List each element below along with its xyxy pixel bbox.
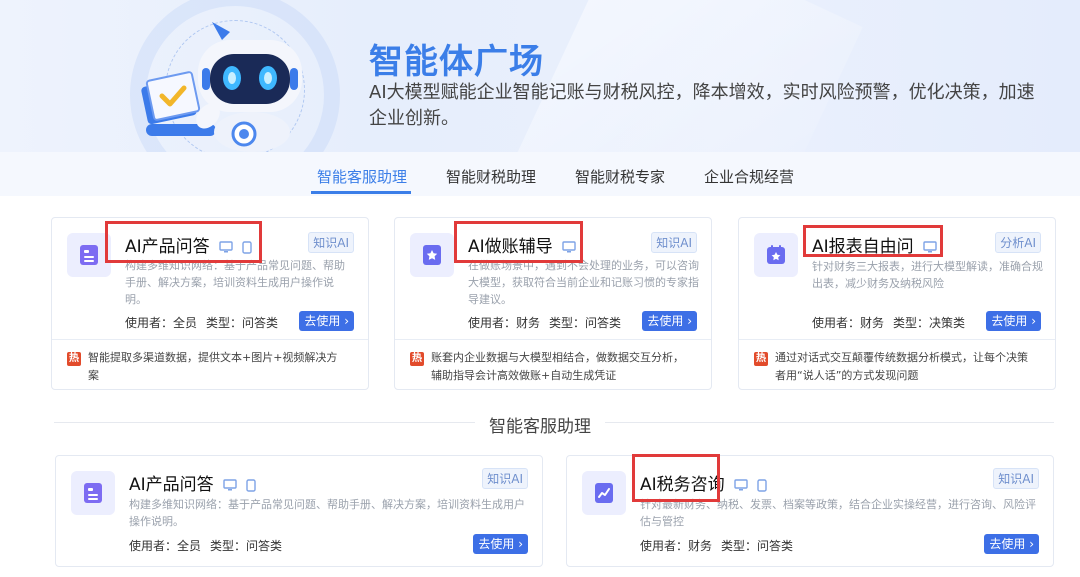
card-type: 类型：问答类 xyxy=(721,539,794,553)
desktop-icon xyxy=(923,241,937,253)
use-button[interactable]: 去使用 › xyxy=(642,311,697,331)
card-user: 使用者：全员 xyxy=(125,316,198,330)
calendar-star-icon xyxy=(754,233,798,277)
card-user: 使用者：财务 xyxy=(640,539,713,553)
card-title[interactable]: AI税务咨询 xyxy=(640,475,725,495)
use-button[interactable]: 去使用 › xyxy=(473,534,528,554)
card-user: 使用者：全员 xyxy=(129,539,202,553)
category-tabs: 智能客服助理 智能财税助理 智能财税专家 企业合规经营 xyxy=(0,152,1080,196)
document-list-icon xyxy=(71,471,115,515)
featured-card-report-qa[interactable]: AI报表自由问 分析AI 针对财务三大报表，进行大模型解读，准确合规出表，减少财… xyxy=(738,217,1056,390)
category-tag: 知识AI xyxy=(993,468,1039,489)
hot-badge: 热 xyxy=(410,352,424,366)
desktop-icon xyxy=(223,479,237,491)
card-description: 构建多维知识网络：基于产品常见问题、帮助手册、解决方案，培训资料生成用户操作说明… xyxy=(129,498,525,528)
card-description: 针对最新财务、纳税、发票、档案等政策，结合企业实操经营，进行咨询、风险评估与管控 xyxy=(640,498,1036,528)
hot-highlight-text: 账套内企业数据与大模型相结合，做数据交互分析，辅助指导会计高效做账+自动生成凭证 xyxy=(431,351,684,382)
category-tag: 知识AI xyxy=(308,232,354,253)
card-user: 使用者：财务 xyxy=(812,316,885,330)
tab-smart-tax-assistant[interactable]: 智能财税助理 xyxy=(446,166,536,187)
active-tab-indicator xyxy=(311,191,411,194)
mobile-icon xyxy=(242,240,253,254)
card-title[interactable]: AI报表自由问 xyxy=(812,237,914,257)
mobile-icon xyxy=(757,478,768,492)
desktop-icon xyxy=(562,241,576,253)
section-card-product-qa[interactable]: AI产品问答 知识AI 构建多维知识网络：基于产品常见问题、帮助手册、解决方案，… xyxy=(55,455,543,567)
tab-smart-tax-expert[interactable]: 智能财税专家 xyxy=(575,166,665,187)
hot-highlight-text: 智能提取多渠道数据，提供文本+图片+视频解决方案 xyxy=(88,351,338,382)
hot-badge: 热 xyxy=(754,352,768,366)
desktop-icon xyxy=(734,479,748,491)
hot-badge: 热 xyxy=(67,352,81,366)
card-type: 类型：问答类 xyxy=(206,316,279,330)
robot-mascot-icon xyxy=(141,22,302,152)
card-title[interactable]: AI产品问答 xyxy=(129,475,214,495)
chart-edit-icon xyxy=(582,471,626,515)
document-list-icon xyxy=(67,233,111,277)
use-button[interactable]: 去使用 › xyxy=(984,534,1039,554)
page-title: 智能体广场 xyxy=(369,42,544,82)
card-title[interactable]: AI做账辅导 xyxy=(468,237,553,257)
card-description: 构建多维知识网络：基于产品常见问题、帮助手册、解决方案，培训资料生成用户操作说明… xyxy=(125,259,345,306)
card-type: 类型：问答类 xyxy=(549,316,622,330)
card-description: 针对财务三大报表，进行大模型解读，准确合规出表，减少财务及纳税风险 xyxy=(812,260,1043,290)
tab-smart-customer-service[interactable]: 智能客服助理 xyxy=(317,166,407,187)
category-tag: 分析AI xyxy=(995,232,1041,253)
use-button[interactable]: 去使用 › xyxy=(986,311,1041,331)
use-button[interactable]: 去使用 › xyxy=(299,311,354,331)
tab-enterprise-compliance[interactable]: 企业合规经营 xyxy=(704,166,794,187)
hot-highlight-text: 通过对话式交互颠覆传统数据分析模式，让每个决策者用“说人话”的方式发现问题 xyxy=(775,351,1028,382)
desktop-icon xyxy=(219,241,233,253)
hero-banner: 智能体广场 AI大模型赋能企业智能记账与财税风控，降本增效，实时风险预警，优化决… xyxy=(0,0,1080,152)
star-bookmark-icon xyxy=(410,233,454,277)
category-tag: 知识AI xyxy=(482,468,528,489)
card-user: 使用者：财务 xyxy=(468,316,541,330)
card-description: 在做账场景中，遇到不会处理的业务，可以咨询大模型，获取符合当前企业和记账习惯的专… xyxy=(468,259,699,306)
card-type: 类型：问答类 xyxy=(210,539,283,553)
section-heading: 智能客服助理 xyxy=(0,412,1080,437)
card-title[interactable]: AI产品问答 xyxy=(125,237,210,257)
card-type: 类型：决策类 xyxy=(893,316,966,330)
section-card-tax-consulting[interactable]: AI税务咨询 知识AI 针对最新财务、纳税、发票、档案等政策，结合企业实操经营，… xyxy=(566,455,1054,567)
section-title: 智能客服助理 xyxy=(475,417,605,437)
featured-card-product-qa[interactable]: AI产品问答 知识AI 构建多维知识网络：基于产品常见问题、帮助手册、解决方案，… xyxy=(51,217,369,390)
mobile-icon xyxy=(246,478,257,492)
featured-card-bookkeeping-guide[interactable]: AI做账辅导 知识AI 在做账场景中，遇到不会处理的业务，可以咨询大模型，获取符… xyxy=(394,217,712,390)
page-description: AI大模型赋能企业智能记账与财税风控，降本增效，实时风险预警，优化决策，加速企业… xyxy=(369,82,1035,129)
category-tag: 知识AI xyxy=(651,232,697,253)
